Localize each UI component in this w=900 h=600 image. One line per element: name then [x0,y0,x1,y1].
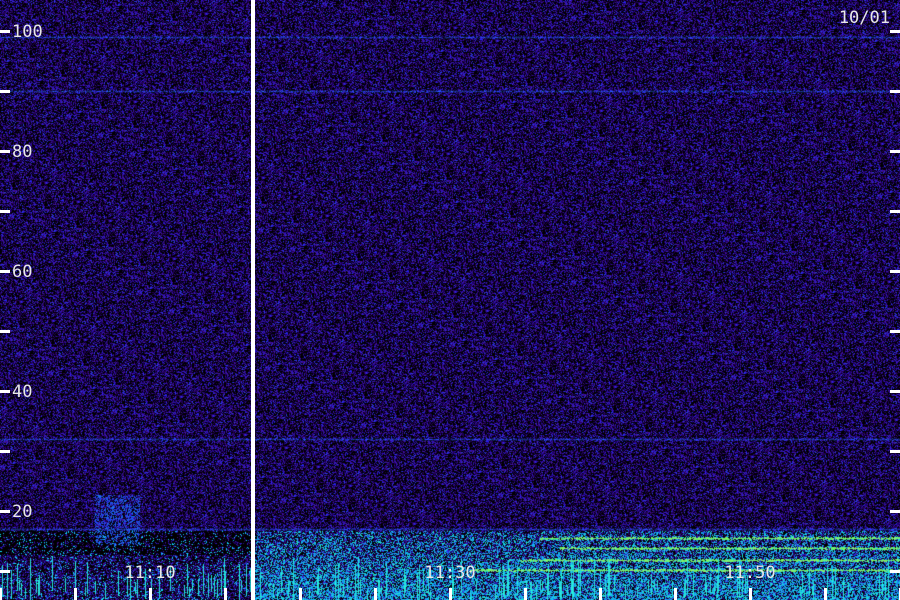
y-tick-right [890,390,900,393]
y-tick-left [0,150,10,153]
x-tick [749,588,752,600]
chart-overlay: 20 40 60 80 100 11:10 11:30 11:50 10/01 [0,0,900,600]
y-tick-label: 60 [12,262,32,282]
x-tick-label: 11:30 [424,563,475,583]
x-tick [674,588,677,600]
x-tick [524,588,527,600]
y-tick-left [0,450,10,453]
y-tick-left [0,90,10,93]
y-tick-left [0,510,10,513]
x-tick [149,588,152,600]
y-tick-label: 80 [12,142,32,162]
y-tick-right [890,90,900,93]
y-tick-right [890,570,900,573]
x-tick [0,588,2,600]
x-tick [374,588,377,600]
x-tick [224,588,227,600]
y-tick-right [890,510,900,513]
y-tick-label: 100 [12,22,43,42]
spectrogram-chart: 20 40 60 80 100 11:10 11:30 11:50 10/01 [0,0,900,600]
date-label: 10/01 [839,8,890,28]
y-tick-left [0,390,10,393]
x-tick [824,588,827,600]
y-tick-right [890,210,900,213]
x-tick [299,588,302,600]
y-tick-right [890,330,900,333]
y-tick-right [890,450,900,453]
x-tick [74,588,77,600]
x-tick [599,588,602,600]
y-tick-label: 40 [12,382,32,402]
y-tick-left [0,570,10,573]
y-tick-left [0,330,10,333]
y-tick-left [0,30,10,33]
y-tick-right [890,270,900,273]
y-tick-right [890,150,900,153]
x-tick [449,588,452,600]
y-tick-label: 20 [12,502,32,522]
y-tick-right [890,30,900,33]
x-tick-label: 11:10 [124,563,175,583]
x-tick-label: 11:50 [724,563,775,583]
y-tick-left [0,210,10,213]
y-tick-left [0,270,10,273]
